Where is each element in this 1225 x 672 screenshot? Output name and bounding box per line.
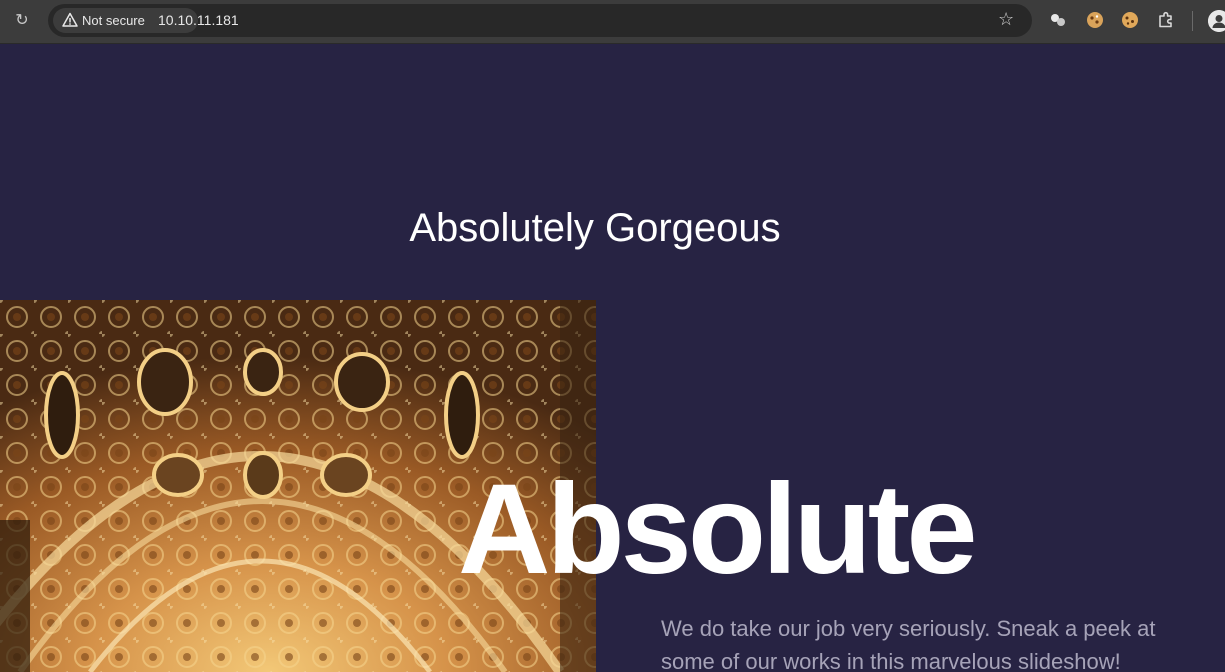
warning-icon xyxy=(62,12,78,27)
hero-title: Absolutely Gorgeous xyxy=(409,206,781,250)
description-text: We do take our job very seriously. Sneak… xyxy=(661,616,1156,672)
extension-puzzle-icon[interactable] xyxy=(1156,10,1176,30)
security-label: Not secure xyxy=(82,13,145,28)
profile-icon[interactable] xyxy=(1208,10,1225,32)
address-bar[interactable]: Not secure 10.10.11.181 ☆ xyxy=(48,4,1032,37)
reload-icon[interactable]: ↻ xyxy=(12,10,32,30)
browser-toolbar: ↻ Not secure 10.10.11.181 ☆ xyxy=(0,0,1225,44)
toolbar-separator xyxy=(1192,11,1193,31)
headline: Absolute xyxy=(458,458,978,601)
cookie-editor-icon[interactable] xyxy=(1085,10,1105,30)
bookmark-star-icon[interactable]: ☆ xyxy=(998,10,1014,30)
extension-icon[interactable] xyxy=(1048,10,1068,30)
cookie-icon[interactable] xyxy=(1120,10,1140,30)
url-text[interactable]: 10.10.11.181 xyxy=(158,12,239,29)
